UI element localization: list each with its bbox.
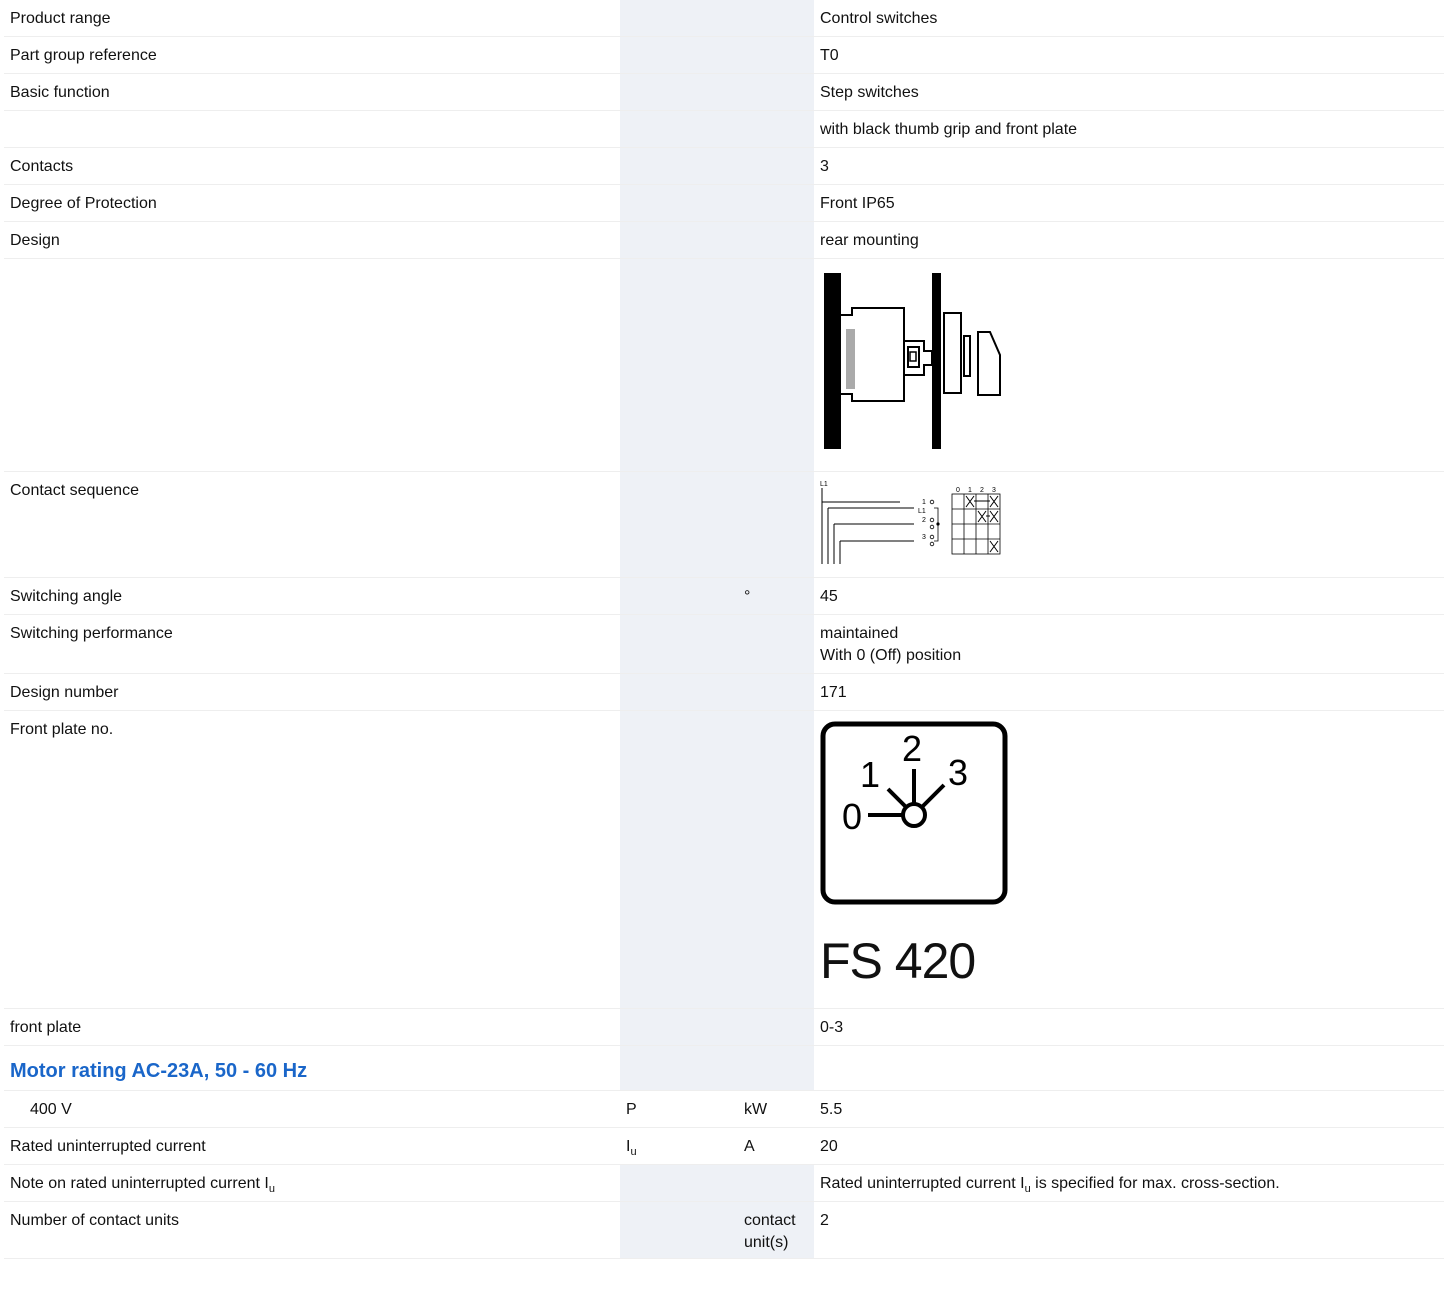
row-label: Contact sequence [4, 471, 620, 578]
row-value: 171 [814, 673, 1444, 711]
position-label-1: 1 [968, 487, 972, 494]
row-label: Rated uninterrupted current [4, 1127, 620, 1165]
contact-label-l1: L1 [918, 508, 926, 515]
row-unit: ° [738, 577, 814, 615]
row-label: Switching performance [4, 614, 620, 674]
front-plate-caption: FS 420 [820, 933, 976, 989]
row-symbol: Iu [620, 1127, 738, 1165]
row-value: 5.5 [814, 1090, 1444, 1128]
row-value: maintained [820, 625, 899, 642]
row-value: 2 [814, 1201, 1444, 1259]
row-value: with black thumb grip and front plate [814, 110, 1444, 148]
row-label: Part group reference [4, 36, 620, 74]
row-unit: kW [738, 1090, 814, 1128]
row-label: Basic function [4, 73, 620, 111]
row-label: Design number [4, 673, 620, 711]
contact-sequence-diagram: L1 1 L1 2 3 0 1 2 3 [820, 481, 1001, 564]
contact-label-2: 2 [922, 517, 926, 524]
position-0: 0 [842, 796, 862, 837]
position-1: 1 [860, 754, 880, 795]
row-number-of-contact-units: Number of contact units contact unit(s) … [4, 1201, 1444, 1259]
row-symbol: P [620, 1090, 738, 1128]
row-value: 3 [814, 147, 1444, 185]
row-label: Front plate no. [4, 710, 620, 1009]
contact-label-3: 3 [922, 534, 926, 541]
row-value: Control switches [814, 0, 1444, 37]
row-label [4, 110, 620, 148]
section-heading: Motor rating AC-23A, 50 - 60 Hz [4, 1045, 620, 1091]
row-design: Design rear mounting [4, 221, 1444, 259]
rear-mounting-illustration [824, 273, 1001, 449]
row-part-group-reference: Part group reference T0 [4, 36, 1444, 74]
spec-table: Product range Control switches Part grou… [4, 0, 1444, 1259]
row-label: front plate [4, 1008, 620, 1046]
row-value: rear mounting [814, 221, 1444, 259]
row-unit: A [738, 1127, 814, 1165]
row-value: 20 [814, 1127, 1444, 1165]
row-switching-performance: Switching performance maintained With 0 … [4, 614, 1444, 674]
row-value: T0 [814, 36, 1444, 74]
contact-label-1: 1 [922, 499, 926, 506]
row-value: Front IP65 [814, 184, 1444, 222]
position-label-0: 0 [956, 487, 960, 494]
section-heading-motor-rating: Motor rating AC-23A, 50 - 60 Hz [4, 1045, 1444, 1091]
row-front-plate: front plate 0-3 [4, 1008, 1444, 1046]
row-contact-sequence: Contact sequence L1 1 L1 2 3 0 1 2 3 [4, 471, 1444, 578]
row-basic-function-detail: with black thumb grip and front plate [4, 110, 1444, 148]
row-design-illustration [4, 258, 1444, 472]
position-3: 3 [948, 752, 968, 793]
row-contacts: Contacts 3 [4, 147, 1444, 185]
row-note-rated-current: Note on rated uninterrupted current Iu R… [4, 1164, 1444, 1202]
row-basic-function: Basic function Step switches [4, 73, 1444, 111]
row-rated-uninterrupted-current: Rated uninterrupted current Iu A 20 [4, 1127, 1444, 1165]
row-unit: contact unit(s) [738, 1201, 814, 1259]
row-design-number: Design number 171 [4, 673, 1444, 711]
row-motor-rating-400v: 400 V P kW 5.5 [4, 1090, 1444, 1128]
row-label: Switching angle [4, 577, 620, 615]
position-label-2: 2 [980, 487, 984, 494]
row-product-range: Product range Control switches [4, 0, 1444, 37]
row-switching-angle: Switching angle ° 45 [4, 577, 1444, 615]
row-value-second-line: With 0 (Off) position [820, 647, 962, 664]
row-label: Contacts [4, 147, 620, 185]
row-front-plate-no: Front plate no. 0 1 2 3 FS 420 [4, 710, 1444, 1009]
row-degree-of-protection: Degree of Protection Front IP65 [4, 184, 1444, 222]
row-label: Product range [4, 0, 620, 37]
row-label: Design [4, 221, 620, 259]
row-value: 45 [814, 577, 1444, 615]
terminal-label: L1 [820, 481, 828, 488]
front-plate-diagram: 0 1 2 3 [820, 721, 1008, 905]
row-label: Number of contact units [4, 1201, 620, 1259]
row-value: 0-3 [814, 1008, 1444, 1046]
position-label-3: 3 [992, 487, 996, 494]
row-value: Step switches [814, 73, 1444, 111]
row-label: 400 V [4, 1090, 620, 1128]
row-value: Rated uninterrupted current Iu is specif… [814, 1164, 1444, 1202]
row-label: Degree of Protection [4, 184, 620, 222]
position-2: 2 [902, 728, 922, 769]
row-label: Note on rated uninterrupted current Iu [4, 1164, 620, 1202]
